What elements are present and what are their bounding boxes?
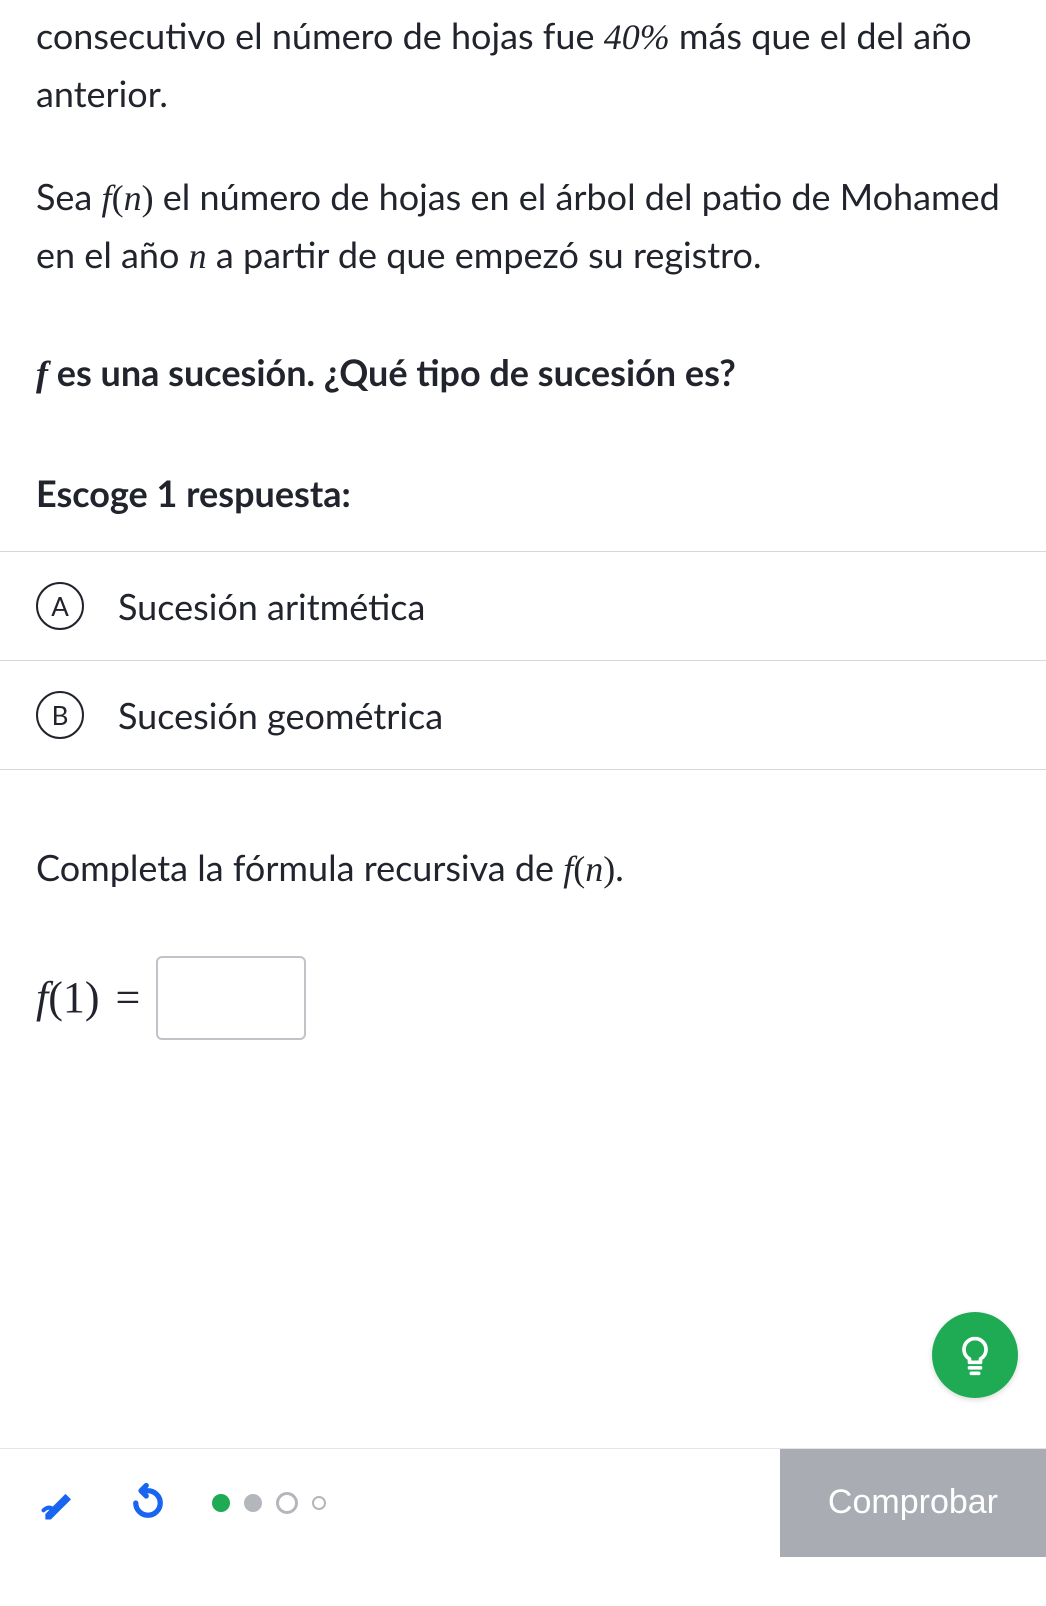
option-label-a: Sucesión aritmética <box>118 584 425 628</box>
scratchpad-button[interactable] <box>36 1479 84 1527</box>
bottom-toolbar: Comprobar <box>0 1448 1046 1556</box>
redo-icon <box>127 1482 169 1524</box>
question-text: f es una sucesión. ¿Qué tipo de sucesión… <box>36 345 1010 401</box>
progress-dot-3 <box>276 1492 298 1514</box>
text-fragment: es una sucesión. ¿Qué tipo de sucesión e… <box>48 350 736 394</box>
option-letter-b: B <box>36 691 84 739</box>
text-fragment: Completa la fórmula recursiva de <box>36 845 563 889</box>
math-f: f <box>36 354 48 394</box>
option-b[interactable]: B Sucesión geométrica <box>0 661 1046 770</box>
equals-sign: = <box>110 972 147 1023</box>
progress-dot-4 <box>312 1496 326 1510</box>
math-fn: f(n) <box>102 178 154 218</box>
value-40pct: 40% <box>604 17 670 57</box>
math-f: f <box>36 973 48 1022</box>
f1-input[interactable] <box>156 956 306 1040</box>
problem-paragraph-2: Sea f(n) el número de hojas en el árbol … <box>36 169 1010 285</box>
progress-dot-1 <box>212 1494 230 1512</box>
formula-f1-label: f(1) <box>36 972 100 1023</box>
option-a[interactable]: A Sucesión aritmética <box>0 552 1046 661</box>
formula-f1-row: f(1) = <box>36 956 1010 1040</box>
progress-dot-2 <box>244 1494 262 1512</box>
answer-options: A Sucesión aritmética B Sucesión geométr… <box>0 551 1046 770</box>
text-fragment: . <box>615 845 624 889</box>
lightbulb-icon <box>953 1333 997 1377</box>
option-letter-a: A <box>36 582 84 630</box>
math-fn-2: f(n) <box>563 849 615 889</box>
progress-indicator <box>212 1492 326 1514</box>
problem-paragraph-1: trasero cada año. El primer año había 50… <box>36 0 1010 121</box>
pencil-icon <box>38 1481 82 1525</box>
check-button[interactable]: Comprobar <box>780 1449 1046 1557</box>
recursive-prompt: Completa la fórmula recursiva de f(n). <box>36 840 1010 896</box>
hint-button[interactable] <box>932 1312 1018 1398</box>
math-arg-1: (1) <box>48 973 99 1022</box>
text-fragment: Sea <box>36 174 102 218</box>
option-label-b: Sucesión geométrica <box>118 693 443 737</box>
math-n: n <box>189 236 207 276</box>
restart-button[interactable] <box>124 1479 172 1527</box>
choose-one-label: Escoge 1 respuesta: <box>36 471 1010 515</box>
text-fragment: a partir de que empezó su registro. <box>207 232 762 276</box>
